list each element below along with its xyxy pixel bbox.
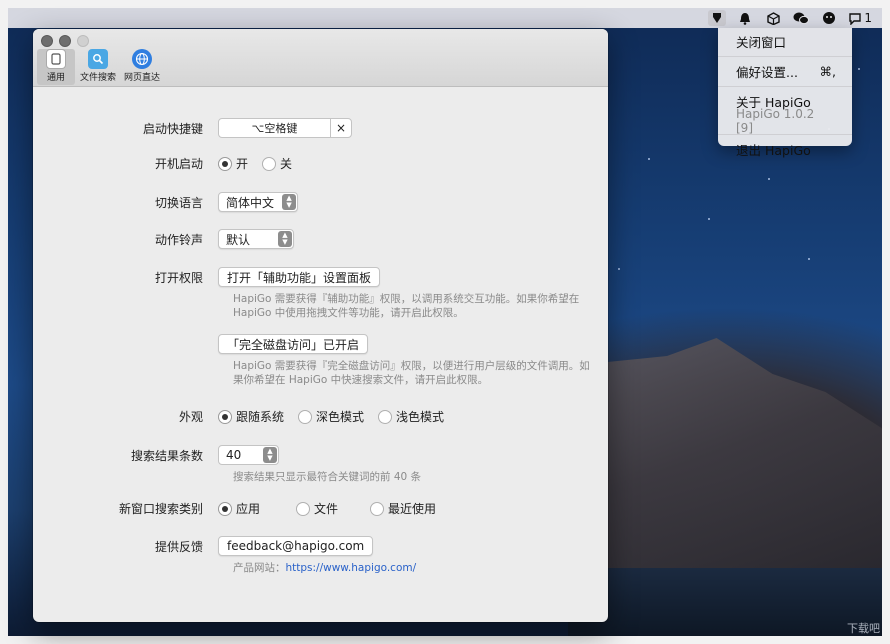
window-toolbar: 通用 文件搜索 网页直达	[33, 29, 608, 87]
bell-icon[interactable]	[736, 10, 754, 26]
box-icon[interactable]	[764, 10, 782, 26]
sound-select[interactable]: 默认 ▲ ▼	[218, 229, 294, 249]
menu-preferences[interactable]: 偏好设置... ⌘,	[718, 61, 852, 82]
permissions-label: 打开权限	[154, 270, 203, 285]
watermark: 下载吧	[847, 622, 880, 635]
product-website-link[interactable]: https://www.hapigo.com/	[286, 562, 417, 574]
chat-bubble-icon	[849, 12, 862, 25]
menu-quit[interactable]: 退出 HapiGo	[718, 139, 852, 160]
radio-button	[296, 501, 310, 516]
menu-separator	[718, 56, 852, 57]
app-menu-dropdown: 关闭窗口 偏好设置... ⌘, 关于 HapiGo HapiGo 1.0.2 […	[718, 28, 852, 158]
radio-category-files[interactable]: 文件	[296, 500, 352, 517]
wechat-icon[interactable]	[792, 10, 810, 26]
launch-at-login-label: 开机启动	[154, 157, 203, 171]
hotkey-recorder[interactable]: ⌥空格键 ×	[218, 118, 352, 138]
radio-follow-system[interactable]: 跟随系统	[218, 408, 284, 425]
radio-launch-on[interactable]: 开	[218, 155, 248, 172]
radio-button	[378, 409, 393, 424]
preferences-shortcut: ⌘,	[819, 64, 836, 79]
notification-badge[interactable]: 1	[848, 11, 872, 25]
result-count-label: 搜索结果条数	[130, 448, 203, 463]
language-select[interactable]: 简体中文 ▲ ▼	[218, 192, 299, 212]
radio-button	[298, 409, 313, 424]
tab-file-search[interactable]: 文件搜索	[77, 49, 119, 85]
zoom-window-button[interactable]	[77, 35, 89, 47]
menu-bar: 1	[8, 8, 882, 28]
result-count-help-text: 搜索结果只显示最符合关键词的前 40 条	[233, 471, 422, 483]
radio-button-selected	[218, 501, 232, 516]
radio-dark-mode[interactable]: 深色模式	[298, 408, 364, 425]
accessibility-help-text: HapiGo 需要获得『辅助功能』权限，以调用系统交互功能。如果你希望在 Hap…	[233, 293, 580, 319]
new-window-category-radio-group: 应用 文件 最近使用	[218, 500, 436, 517]
radio-launch-off[interactable]: 关	[262, 155, 292, 172]
disk-access-help-text: HapiGo 需要获得『完全磁盘访问』权限，以便进行用户层级的文件调用。如果你希…	[233, 360, 590, 386]
radio-category-apps[interactable]: 应用	[218, 500, 278, 517]
general-icon	[46, 49, 66, 69]
select-arrows-icon: ▲ ▼	[282, 194, 297, 210]
select-arrows-icon: ▲ ▼	[278, 231, 292, 247]
open-accessibility-settings-button[interactable]: 打开「辅助功能」设置面板	[218, 267, 381, 287]
hotkey-value[interactable]: ⌥空格键	[219, 119, 331, 137]
tab-general[interactable]: 通用	[37, 49, 75, 85]
close-window-button[interactable]	[41, 35, 53, 47]
radio-button-selected	[218, 156, 232, 171]
hotkey-label: 启动快捷键	[142, 121, 203, 136]
face-icon[interactable]	[820, 10, 838, 26]
language-label: 切换语言	[154, 195, 203, 210]
full-disk-access-button[interactable]: 「完全磁盘访问」已开启	[218, 334, 369, 354]
tab-web-direct[interactable]: 网页直达	[121, 49, 163, 85]
sound-label: 动作铃声	[154, 232, 203, 247]
new-window-category-label: 新窗口搜索类别	[118, 502, 203, 516]
appearance-label: 外观	[178, 410, 203, 424]
preferences-window: 通用 文件搜索 网页直达 启动快捷键 ⌥空格键 × 开机启动 开 关 切换语言 …	[33, 29, 608, 622]
result-count-stepper[interactable]: 40 ▲ ▼	[218, 445, 279, 465]
menu-separator	[718, 86, 852, 87]
feedback-label: 提供反馈	[154, 539, 203, 554]
radio-button-selected	[218, 409, 232, 424]
radio-button	[370, 501, 384, 516]
radio-button	[262, 156, 277, 171]
menu-close-window[interactable]: 关闭窗口	[718, 31, 852, 52]
clear-hotkey-button[interactable]: ×	[331, 119, 351, 137]
product-website-line: 产品网站：https://www.hapigo.com/	[233, 562, 417, 574]
hapigo-icon[interactable]	[708, 10, 727, 26]
radio-category-recent[interactable]: 最近使用	[370, 500, 436, 517]
file-search-icon	[88, 49, 108, 69]
radio-light-mode[interactable]: 浅色模式	[378, 408, 444, 425]
result-count-value[interactable]: 40	[219, 448, 263, 462]
globe-icon	[132, 49, 152, 69]
minimize-window-button[interactable]	[59, 35, 71, 47]
appearance-radio-group: 跟随系统 深色模式 浅色模式	[218, 408, 444, 425]
stepper-arrows-icon[interactable]: ▲ ▼	[263, 447, 277, 463]
feedback-email-button[interactable]: feedback@hapigo.com	[218, 536, 374, 556]
badge-count: 1	[864, 11, 872, 25]
launch-at-login-radio-group: 开 关	[218, 155, 292, 172]
menu-version: HapiGo 1.0.2 [9]	[736, 107, 815, 135]
